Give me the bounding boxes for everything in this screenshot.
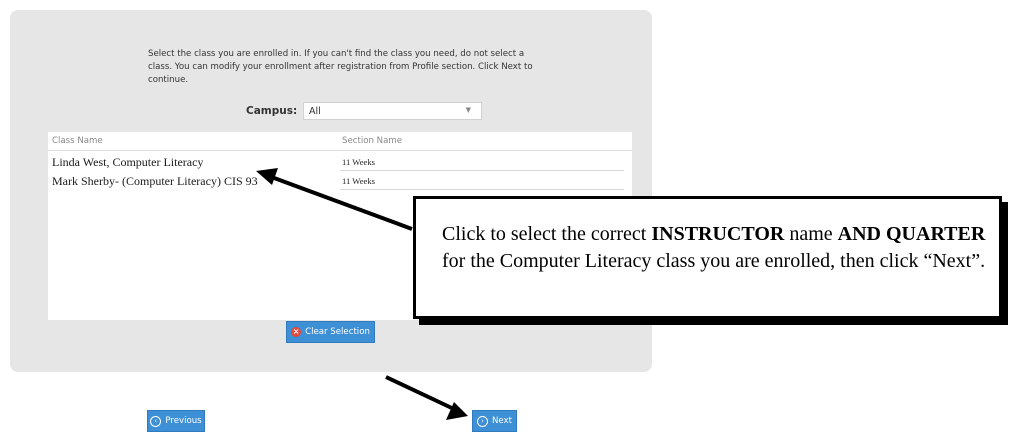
arrow-right-icon: ›	[476, 415, 488, 427]
instruction-callout: Click to select the correct INSTRUCTOR n…	[413, 196, 1002, 319]
arrow-left-icon: ‹	[150, 415, 162, 427]
callout-text-bold: AND QUARTER	[837, 223, 986, 245]
callout-text-part: for the Computer Literacy class you are …	[442, 250, 986, 272]
arrow-to-row-head	[256, 168, 278, 185]
previous-button[interactable]: ‹ Previous	[147, 410, 205, 432]
arrow-to-next-line	[385, 375, 457, 412]
next-button[interactable]: › Next	[472, 410, 517, 432]
callout-text-part: Click to select the correct	[442, 223, 652, 245]
arrow-to-row-line	[265, 173, 413, 231]
previous-label: Previous	[165, 416, 202, 426]
callout-text-bold: INSTRUCTOR	[651, 223, 785, 245]
callout-text-part: name	[784, 223, 838, 245]
next-label: Next	[491, 416, 513, 426]
callout-text: Click to select the correct INSTRUCTOR n…	[442, 221, 987, 275]
